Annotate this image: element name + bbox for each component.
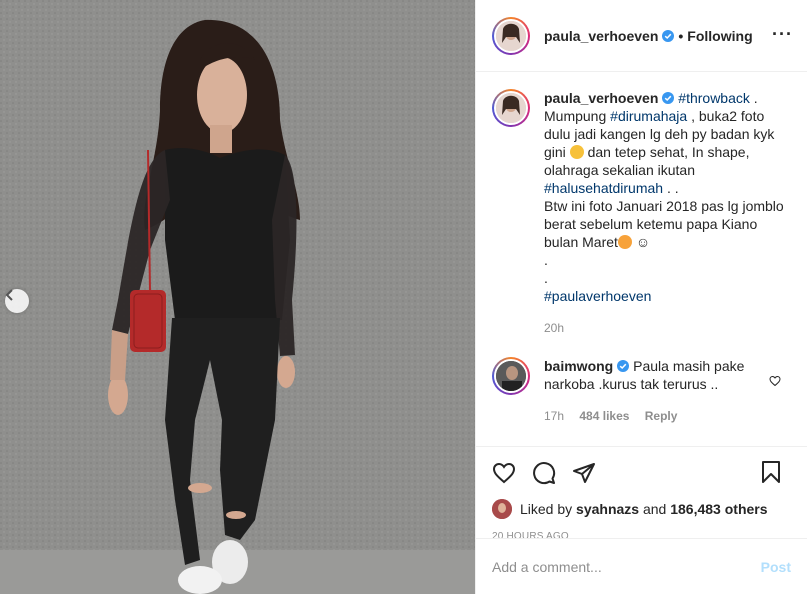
comment-text: baimwong Paula masih pake narkoba .kurus… (544, 357, 784, 425)
post-header: paula_verhoeven • Following ··· (476, 0, 807, 72)
caption-avatar[interactable] (492, 89, 530, 127)
commenter-username[interactable]: baimwong (544, 358, 613, 374)
hashtag-link[interactable]: #halusehatdirumah (544, 180, 663, 196)
add-comment-bar: Post (476, 538, 807, 594)
post-photo[interactable] (0, 0, 475, 594)
hashtag-link[interactable]: #dirumahaja (610, 108, 687, 124)
post-comment-button[interactable]: Post (761, 559, 791, 575)
hashtag-link[interactable]: #throwback (678, 90, 750, 106)
caption-username[interactable]: paula_verhoeven (544, 90, 658, 106)
photo-illustration (0, 0, 475, 594)
others-likes-link[interactable]: 186,483 others (670, 501, 767, 517)
comment-meta: 17h 484 likes Reply (544, 407, 784, 425)
caption-text: paula_verhoeven #throwback . Mumpung #di… (544, 90, 784, 337)
verified-badge-icon (617, 360, 630, 372)
likes-summary: Liked by syahnazs and 186,483 others (492, 499, 791, 519)
liker-avatar[interactable] (492, 499, 512, 519)
verified-badge-icon (662, 29, 675, 42)
comment-item: baimwong Paula masih pake narkoba .kurus… (492, 357, 791, 425)
heart-eyes-emoji-icon (617, 235, 632, 249)
caption-time[interactable]: 20h (544, 321, 564, 335)
reply-button[interactable]: Reply (645, 409, 678, 423)
author-avatar[interactable] (492, 16, 530, 55)
action-bar: Liked by syahnazs and 186,483 others 20 … (476, 446, 807, 542)
commenter-avatar[interactable] (492, 357, 530, 395)
comment-likes[interactable]: 484 likes (579, 409, 629, 423)
previous-photo-button[interactable] (5, 289, 29, 313)
avatar-image (496, 20, 526, 51)
separator-dot: • (678, 27, 684, 44)
comment-input[interactable] (492, 558, 751, 575)
instagram-post: paula_verhoeven • Following ··· paula_ve… (0, 0, 807, 594)
caption-comment: paula_verhoeven #throwback . Mumpung #di… (492, 89, 791, 337)
action-icons (492, 447, 791, 499)
comment-bubble-icon[interactable] (532, 461, 556, 485)
caption-meta: 20h (544, 319, 784, 337)
following-button[interactable]: Following (687, 28, 752, 44)
author-username[interactable]: paula_verhoeven (544, 28, 658, 44)
comments-section: paula_verhoeven #throwback . Mumpung #di… (476, 73, 807, 446)
liker-username[interactable]: syahnazs (576, 501, 639, 517)
share-paper-plane-icon[interactable] (572, 461, 596, 485)
more-options-icon[interactable]: ··· (772, 25, 793, 43)
chevron-left-icon (5, 289, 13, 301)
save-bookmark-icon[interactable] (759, 460, 783, 487)
like-heart-icon[interactable] (492, 461, 516, 485)
like-comment-heart-icon[interactable] (769, 375, 781, 387)
verified-badge-icon (662, 92, 675, 104)
laughing-emoji-icon (569, 145, 584, 159)
post-side-panel: paula_verhoeven • Following ··· paula_ve… (475, 0, 807, 594)
smile-emoji-icon: ☺ (635, 234, 651, 250)
comment-time[interactable]: 17h (544, 409, 564, 423)
hashtag-link[interactable]: #paulaverhoeven (544, 288, 651, 304)
header-user-info: paula_verhoeven • Following (544, 28, 753, 44)
